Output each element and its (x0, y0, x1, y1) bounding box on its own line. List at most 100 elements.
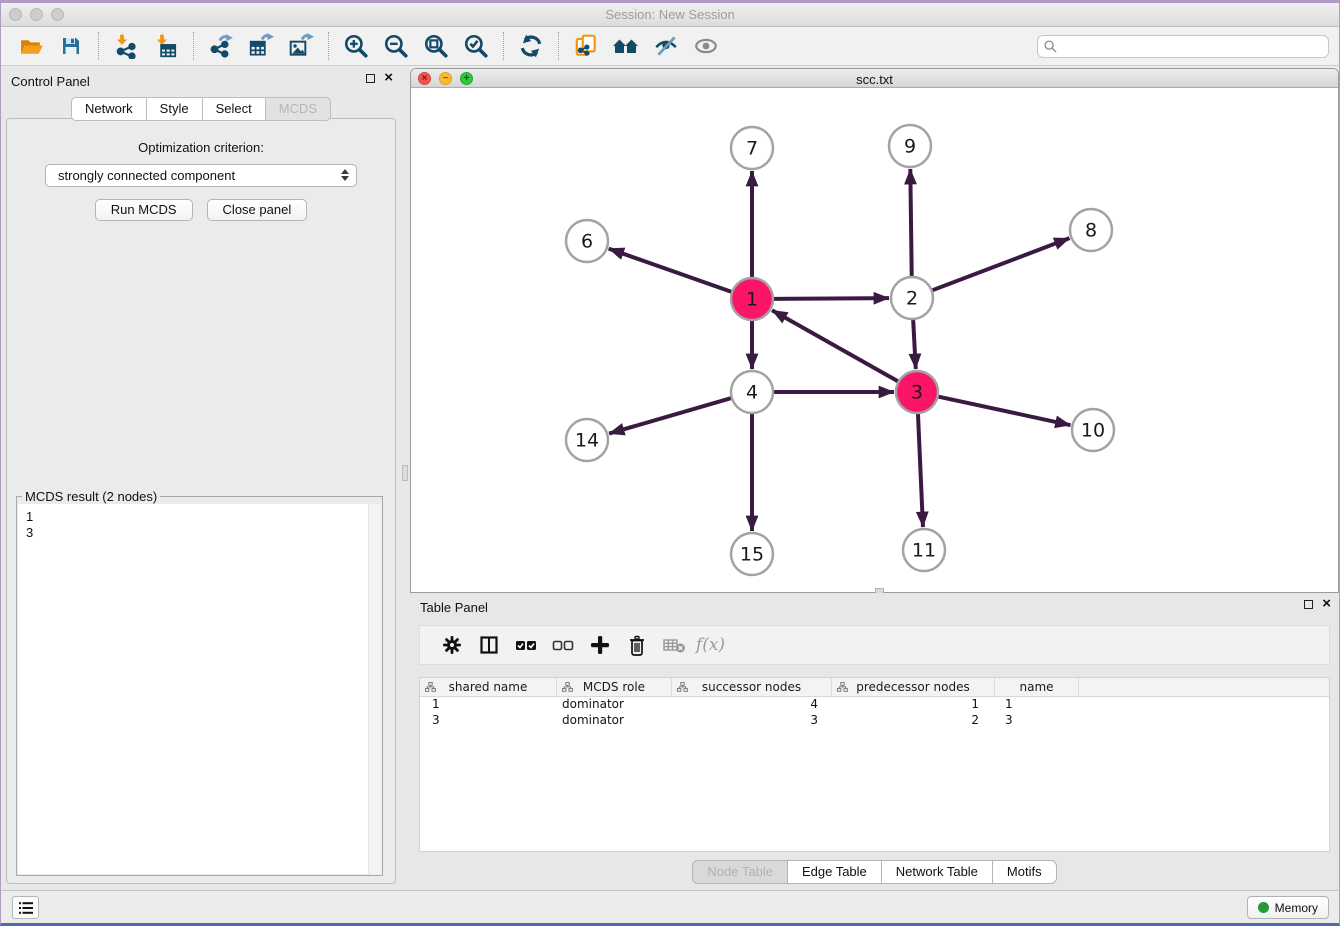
column-header-predecessor-nodes[interactable]: predecessor nodes (832, 678, 995, 696)
node-11[interactable]: 11 (903, 529, 945, 571)
svg-text:7: 7 (746, 138, 758, 160)
cell-mcds-role[interactable]: dominator (557, 713, 672, 729)
column-header-name[interactable]: name (995, 678, 1079, 696)
node-14[interactable]: 14 (566, 419, 608, 461)
svg-text:4: 4 (746, 382, 758, 404)
tab-network[interactable]: Network (71, 97, 147, 121)
show-all-eye-icon[interactable] (686, 30, 726, 62)
zoom-out-icon[interactable] (376, 30, 416, 62)
zoom-fit-icon[interactable] (416, 30, 456, 62)
run-mcds-button[interactable]: Run MCDS (95, 199, 193, 221)
vertical-splitter[interactable] (401, 67, 410, 890)
splitter-grip[interactable] (402, 465, 408, 481)
node-9[interactable]: 9 (889, 125, 931, 167)
cell-successor-nodes[interactable]: 3 (672, 713, 832, 729)
node-10[interactable]: 10 (1072, 409, 1114, 451)
add-column-icon[interactable] (581, 630, 618, 660)
mcds-result-area[interactable]: 1 3 (18, 504, 381, 874)
tab-style[interactable]: Style (147, 97, 203, 121)
node-1[interactable]: 1 (731, 278, 773, 320)
result-scrollbar[interactable] (368, 504, 381, 874)
settings-gear-icon[interactable] (433, 630, 470, 660)
cell-shared-name[interactable]: 1 (420, 697, 557, 713)
cell-shared-name[interactable]: 3 (420, 713, 557, 729)
cell-name[interactable]: 1 (995, 697, 1079, 713)
open-file-icon[interactable] (11, 30, 51, 62)
close-table-panel-icon[interactable]: × (1322, 599, 1331, 609)
node-3[interactable]: 3 (896, 371, 938, 413)
tab-network-table[interactable]: Network Table (882, 860, 993, 884)
export-image-icon[interactable] (281, 30, 321, 62)
memory-status-dot (1258, 902, 1269, 913)
delete-column-trash-icon[interactable] (618, 630, 655, 660)
node-2[interactable]: 2 (891, 277, 933, 319)
show-column-panel-icon[interactable] (470, 630, 507, 660)
tab-motifs[interactable]: Motifs (993, 860, 1057, 884)
dropdown-stepper-icon (341, 169, 349, 181)
network-canvas[interactable]: 7 9 6 8 1 2 4 3 14 10 15 11 (411, 88, 1338, 592)
cell-predecessor-nodes[interactable]: 2 (832, 713, 995, 729)
svg-text:3: 3 (911, 382, 923, 404)
edge-1-2[interactable] (774, 298, 889, 299)
clone-network-icon[interactable] (566, 30, 606, 62)
column-header-shared-name[interactable]: shared name (420, 678, 557, 696)
close-panel-button[interactable]: Close panel (207, 199, 308, 221)
float-table-panel-icon[interactable] (1304, 600, 1313, 609)
search-icon (1044, 40, 1057, 53)
apply-layout-icon[interactable] (511, 30, 551, 62)
list-icon (18, 901, 34, 915)
float-panel-icon[interactable] (366, 74, 375, 83)
zoom-in-icon[interactable] (336, 30, 376, 62)
node-6[interactable]: 6 (566, 220, 608, 262)
edge-2-3[interactable] (913, 320, 916, 369)
edge-1-6[interactable] (609, 249, 732, 292)
mcds-result-text: 1 3 (18, 504, 381, 546)
delete-table-icon (655, 630, 692, 660)
close-panel-icon[interactable]: × (384, 73, 393, 83)
deselect-all-columns-icon[interactable] (544, 630, 581, 660)
hide-selected-eye-slash-icon[interactable] (646, 30, 686, 62)
column-header-successor-nodes[interactable]: successor nodes (672, 678, 832, 696)
edge-4-14[interactable] (609, 398, 731, 433)
status-bar: Memory (1, 890, 1339, 923)
search-input[interactable] (1037, 35, 1329, 58)
node-8[interactable]: 8 (1070, 209, 1112, 251)
tab-mcds[interactable]: MCDS (266, 97, 331, 121)
import-network-icon[interactable] (106, 30, 146, 62)
edge-3-1[interactable] (772, 310, 898, 381)
cell-successor-nodes[interactable]: 4 (672, 697, 832, 713)
export-network-icon[interactable] (201, 30, 241, 62)
tab-select[interactable]: Select (203, 97, 266, 121)
memory-button[interactable]: Memory (1247, 896, 1329, 919)
edge-3-10[interactable] (939, 397, 1071, 426)
tab-edge-table[interactable]: Edge Table (788, 860, 882, 884)
function-builder-icon: f(x) (692, 630, 729, 660)
tab-node-table[interactable]: Node Table (692, 860, 788, 884)
application-window: Session: New Session (0, 0, 1340, 926)
save-session-icon[interactable] (51, 30, 91, 62)
cell-mcds-role[interactable]: dominator (557, 697, 672, 713)
node-7[interactable]: 7 (731, 127, 773, 169)
first-neighbors-houses-icon[interactable] (606, 30, 646, 62)
column-header-mcds-role[interactable]: MCDS role (557, 678, 672, 696)
select-all-columns-icon[interactable] (507, 630, 544, 660)
cell-name[interactable]: 3 (995, 713, 1079, 729)
export-table-icon[interactable] (241, 30, 281, 62)
import-table-icon[interactable] (146, 30, 186, 62)
edge-2-8[interactable] (933, 238, 1070, 290)
edge-3-11[interactable] (918, 414, 923, 527)
optimization-criterion-dropdown[interactable]: strongly connected component (45, 164, 357, 187)
table-row[interactable]: 3dominator323 (420, 713, 1329, 729)
node-15[interactable]: 15 (731, 533, 773, 575)
toolbar-separator (558, 32, 559, 60)
node-4[interactable]: 4 (731, 371, 773, 413)
mcds-result-title: MCDS result (2 nodes) (22, 489, 160, 504)
edge-2-9[interactable] (910, 169, 911, 276)
network-canvas-svg: 7 9 6 8 1 2 4 3 14 10 15 11 (411, 88, 1339, 592)
zoom-selected-icon[interactable] (456, 30, 496, 62)
task-history-button[interactable] (12, 896, 39, 919)
svg-text:9: 9 (904, 136, 916, 158)
svg-text:14: 14 (575, 430, 599, 452)
cell-predecessor-nodes[interactable]: 1 (832, 697, 995, 713)
table-row[interactable]: 1dominator411 (420, 697, 1329, 713)
